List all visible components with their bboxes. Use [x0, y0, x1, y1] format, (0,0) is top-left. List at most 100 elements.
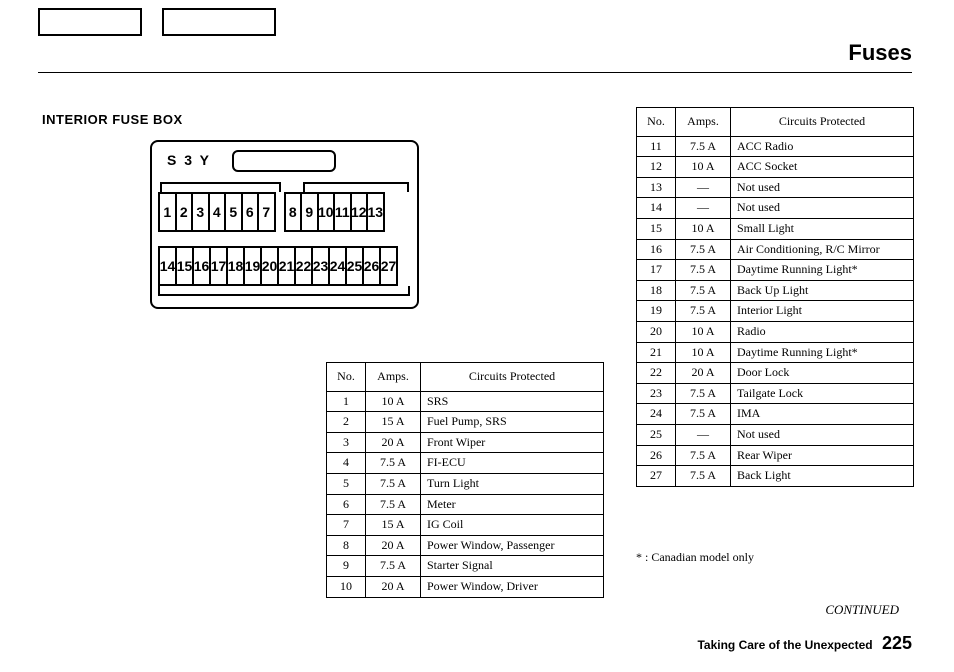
cell-amps: 20 A: [366, 576, 421, 597]
table-row: 237.5 ATailgate Lock: [637, 383, 914, 404]
cell-amps: 7.5 A: [676, 383, 731, 404]
cell-circuits: Door Lock: [731, 363, 914, 384]
table-row: 187.5 ABack Up Light: [637, 280, 914, 301]
col-no: No.: [637, 108, 676, 137]
cell-amps: 7.5 A: [676, 136, 731, 157]
cell-circuits: Not used: [731, 424, 914, 445]
fuse-slot-27: 27: [379, 246, 398, 286]
table-row: 67.5 AMeter: [327, 494, 604, 515]
header-boxes: [38, 8, 276, 36]
header-box-1: [38, 8, 142, 36]
cell-no: 2: [327, 412, 366, 433]
table-row: 25—Not used: [637, 424, 914, 445]
table-row: 1210 AACC Socket: [637, 157, 914, 178]
cell-amps: 7.5 A: [676, 280, 731, 301]
cell-amps: —: [676, 177, 731, 198]
cell-amps: 7.5 A: [676, 301, 731, 322]
cell-no: 20: [637, 321, 676, 342]
fusebox-row-2: 1415161718192021222324252627: [160, 246, 409, 286]
cell-no: 12: [637, 157, 676, 178]
fuse-slot-7: 7: [257, 192, 276, 232]
cell-amps: 10 A: [366, 391, 421, 412]
table-row: 2110 ADaytime Running Light*: [637, 342, 914, 363]
cell-amps: 7.5 A: [676, 404, 731, 425]
table-row: 2220 ADoor Lock: [637, 363, 914, 384]
col-circuits: Circuits Protected: [731, 108, 914, 137]
cell-circuits: Not used: [731, 177, 914, 198]
table-row: 2010 ARadio: [637, 321, 914, 342]
cell-amps: 20 A: [676, 363, 731, 384]
cell-amps: 7.5 A: [676, 445, 731, 466]
col-amps: Amps.: [366, 363, 421, 392]
table-row: 197.5 AInterior Light: [637, 301, 914, 322]
cell-circuits: Power Window, Driver: [421, 576, 604, 597]
cell-circuits: Tailgate Lock: [731, 383, 914, 404]
table-row: 117.5 AACC Radio: [637, 136, 914, 157]
cell-no: 24: [637, 404, 676, 425]
section-title: INTERIOR FUSE BOX: [42, 112, 183, 127]
fusebox-code: S 3 Y: [167, 152, 211, 168]
table-row: 167.5 AAir Conditioning, R/C Mirror: [637, 239, 914, 260]
footnote: * : Canadian model only: [636, 550, 754, 565]
footer-section: Taking Care of the Unexpected: [697, 638, 872, 652]
footer: Taking Care of the Unexpected 225: [697, 633, 912, 654]
fusebox-row-1: 12345678910111213: [160, 192, 409, 232]
cell-circuits: Starter Signal: [421, 556, 604, 577]
cell-no: 21: [637, 342, 676, 363]
cell-amps: 7.5 A: [676, 466, 731, 487]
cell-circuits: IG Coil: [421, 515, 604, 536]
cell-circuits: Power Window, Passenger: [421, 535, 604, 556]
col-circuits: Circuits Protected: [421, 363, 604, 392]
page-number: 225: [882, 633, 912, 653]
cell-amps: 15 A: [366, 515, 421, 536]
cell-circuits: Air Conditioning, R/C Mirror: [731, 239, 914, 260]
fuse-slot-13: 13: [366, 192, 385, 232]
table-row: 277.5 ABack Light: [637, 466, 914, 487]
table-row: 177.5 ADaytime Running Light*: [637, 260, 914, 281]
cell-amps: 7.5 A: [366, 473, 421, 494]
cell-no: 6: [327, 494, 366, 515]
cell-amps: 10 A: [676, 218, 731, 239]
cell-circuits: IMA: [731, 404, 914, 425]
cell-no: 18: [637, 280, 676, 301]
cell-amps: —: [676, 198, 731, 219]
cell-circuits: Back Up Light: [731, 280, 914, 301]
table-row: 267.5 ARear Wiper: [637, 445, 914, 466]
cell-no: 8: [327, 535, 366, 556]
fusebox-diagram: S 3 Y 12345678910111213 1415161718192021…: [150, 140, 419, 309]
cell-circuits: Interior Light: [731, 301, 914, 322]
fusebox-frame: [303, 182, 409, 192]
table-row: 14—Not used: [637, 198, 914, 219]
fusebox-frame: [158, 286, 410, 296]
cell-amps: 10 A: [676, 321, 731, 342]
cell-no: 11: [637, 136, 676, 157]
table-row: 13—Not used: [637, 177, 914, 198]
fusebox-latch: [232, 150, 336, 172]
cell-amps: 7.5 A: [366, 453, 421, 474]
table-row: 97.5 AStarter Signal: [327, 556, 604, 577]
cell-no: 23: [637, 383, 676, 404]
cell-no: 9: [327, 556, 366, 577]
cell-no: 14: [637, 198, 676, 219]
title-rule: [38, 72, 912, 73]
cell-amps: —: [676, 424, 731, 445]
cell-no: 27: [637, 466, 676, 487]
cell-amps: 7.5 A: [676, 260, 731, 281]
cell-circuits: Daytime Running Light*: [731, 342, 914, 363]
cell-no: 5: [327, 473, 366, 494]
cell-circuits: Turn Light: [421, 473, 604, 494]
table-row: 820 APower Window, Passenger: [327, 535, 604, 556]
cell-amps: 7.5 A: [366, 556, 421, 577]
table-row: 320 AFront Wiper: [327, 432, 604, 453]
cell-no: 22: [637, 363, 676, 384]
cell-circuits: Small Light: [731, 218, 914, 239]
cell-no: 16: [637, 239, 676, 260]
header-box-2: [162, 8, 276, 36]
table-row: 215 AFuel Pump, SRS: [327, 412, 604, 433]
cell-no: 19: [637, 301, 676, 322]
cell-amps: 10 A: [676, 342, 731, 363]
page-title: Fuses: [848, 40, 912, 66]
cell-amps: 10 A: [676, 157, 731, 178]
cell-no: 1: [327, 391, 366, 412]
cell-circuits: Not used: [731, 198, 914, 219]
